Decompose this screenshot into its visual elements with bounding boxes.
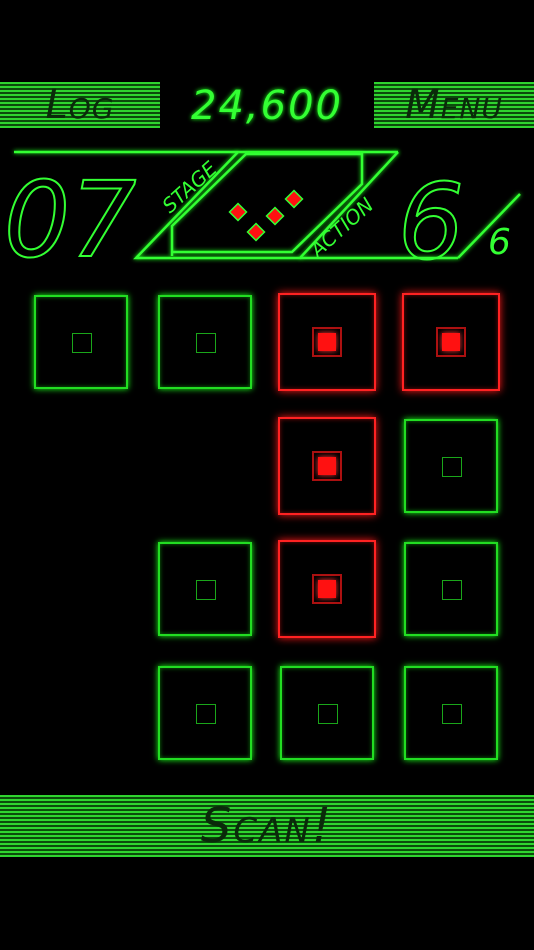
actions-total: 6 xyxy=(488,222,511,263)
core-icon xyxy=(72,333,92,353)
tile-r2-c3[interactable] xyxy=(278,417,376,515)
menu-button-label: Menu xyxy=(405,82,503,128)
tile-r1-c1[interactable] xyxy=(34,295,128,389)
lit-core-icon xyxy=(312,327,342,357)
stage-action-hud: 07 STAGE ACTION 6 6 xyxy=(3,150,521,270)
lit-core-icon xyxy=(436,327,466,357)
lit-core-icon xyxy=(312,451,342,481)
core-icon xyxy=(318,704,338,724)
core-icon xyxy=(442,457,462,477)
tile-r1-c4[interactable] xyxy=(402,293,500,391)
tile-r3-c2[interactable] xyxy=(158,542,252,636)
tile-r1-c2[interactable] xyxy=(158,295,252,389)
tile-r2-c4[interactable] xyxy=(404,419,498,513)
core-icon xyxy=(442,580,462,600)
log-button-label: Log xyxy=(45,82,115,128)
log-button[interactable]: Log xyxy=(0,82,160,128)
core-icon xyxy=(442,704,462,724)
actions-left: 6 xyxy=(398,161,464,270)
core-icon xyxy=(196,580,216,600)
menu-button[interactable]: Menu xyxy=(374,82,534,128)
scan-button-label: Scan! xyxy=(200,798,334,854)
core-icon xyxy=(196,704,216,724)
score-display: 24,600 xyxy=(191,83,343,129)
tile-r3-c3[interactable] xyxy=(278,540,376,638)
tile-r3-c4[interactable] xyxy=(404,542,498,636)
tile-r4-c4[interactable] xyxy=(404,666,498,760)
stage-preview-pattern xyxy=(228,189,304,242)
lit-core-icon xyxy=(312,574,342,604)
tile-r1-c3[interactable] xyxy=(278,293,376,391)
core-icon xyxy=(196,333,216,353)
tile-r4-c2[interactable] xyxy=(158,666,252,760)
scan-button[interactable]: Scan! xyxy=(0,795,534,857)
tile-r4-c3[interactable] xyxy=(280,666,374,760)
stage-number: 07 xyxy=(4,159,136,270)
